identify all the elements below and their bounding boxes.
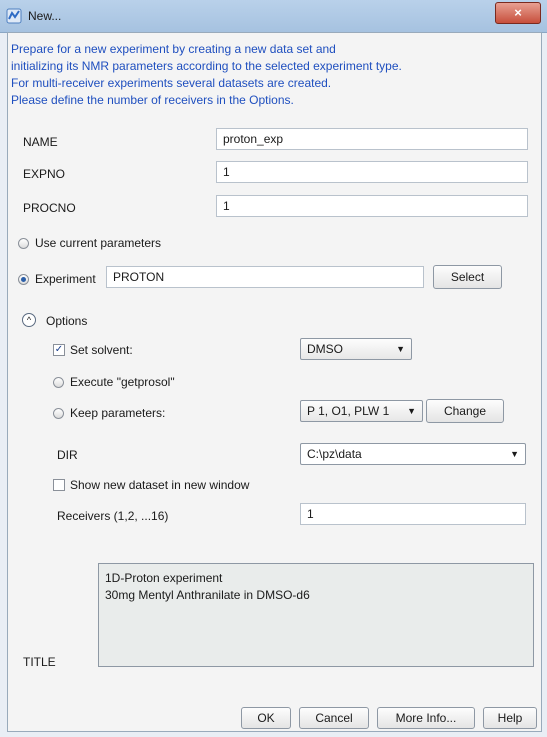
chevron-down-icon: ▼ [510,449,519,459]
procno-input[interactable]: 1 [216,195,528,217]
use-current-label: Use current parameters [35,236,162,250]
execute-getprosol-radio[interactable] [53,377,64,388]
experiment-radio[interactable] [18,274,29,285]
expno-label: EXPNO [23,167,66,181]
keep-parameters-label: Keep parameters: [70,406,166,420]
more-info-button[interactable]: More Info... [377,707,475,729]
bruker-app-icon [6,8,22,24]
description-line: For multi-receiver experiments several d… [11,76,332,90]
show-new-window-label: Show new dataset in new window [70,478,250,492]
experiment-label: Experiment [35,272,96,286]
show-new-window-checkbox[interactable] [53,479,65,491]
close-button[interactable]: × [495,2,541,24]
use-current-radio[interactable] [18,238,29,249]
name-label: NAME [23,135,58,149]
execute-getprosol-label: Execute "getprosol" [70,375,175,389]
name-input[interactable]: proton_exp [216,128,528,150]
expno-input[interactable]: 1 [216,161,528,183]
title-textarea[interactable]: 1D-Proton experiment 30mg Mentyl Anthran… [98,563,534,667]
description-line: Prepare for a new experiment by creating… [11,42,336,56]
procno-label: PROCNO [23,201,76,215]
title-line: 1D-Proton experiment [105,571,223,585]
set-solvent-label: Set solvent: [70,343,133,357]
title-label: TITLE [23,655,56,669]
dir-value: C:\pz\data [307,447,362,461]
chevron-down-icon: ▼ [407,406,416,416]
chevron-down-icon: ▼ [396,344,405,354]
description-line: Please define the number of receivers in… [11,93,294,107]
change-button[interactable]: Change [426,399,504,423]
description-line: initializing its NMR parameters accordin… [11,59,402,73]
options-label: Options [46,314,88,328]
set-solvent-checkbox[interactable]: ✓ [53,344,65,356]
solvent-value: DMSO [307,342,343,356]
experiment-input[interactable]: PROTON [106,266,424,288]
collapse-chevron-icon[interactable]: ^ [22,313,36,327]
title-bar[interactable]: New... × [0,0,547,33]
ok-button[interactable]: OK [241,707,291,729]
receivers-label: Receivers (1,2, ...16) [57,509,169,523]
cancel-button[interactable]: Cancel [299,707,369,729]
keep-parameters-dropdown[interactable]: P 1, O1, PLW 1 ▼ [300,400,423,422]
keep-parameters-value: P 1, O1, PLW 1 [307,404,390,418]
window-title: New... [28,9,62,23]
select-button[interactable]: Select [433,265,502,289]
dir-dropdown[interactable]: C:\pz\data ▼ [300,443,526,465]
solvent-dropdown[interactable]: DMSO ▼ [300,338,412,360]
dir-label: DIR [57,448,78,462]
receivers-input[interactable]: 1 [300,503,526,525]
keep-parameters-radio[interactable] [53,408,64,419]
title-line: 30mg Mentyl Anthranilate in DMSO-d6 [105,588,310,602]
help-button[interactable]: Help [483,707,537,729]
